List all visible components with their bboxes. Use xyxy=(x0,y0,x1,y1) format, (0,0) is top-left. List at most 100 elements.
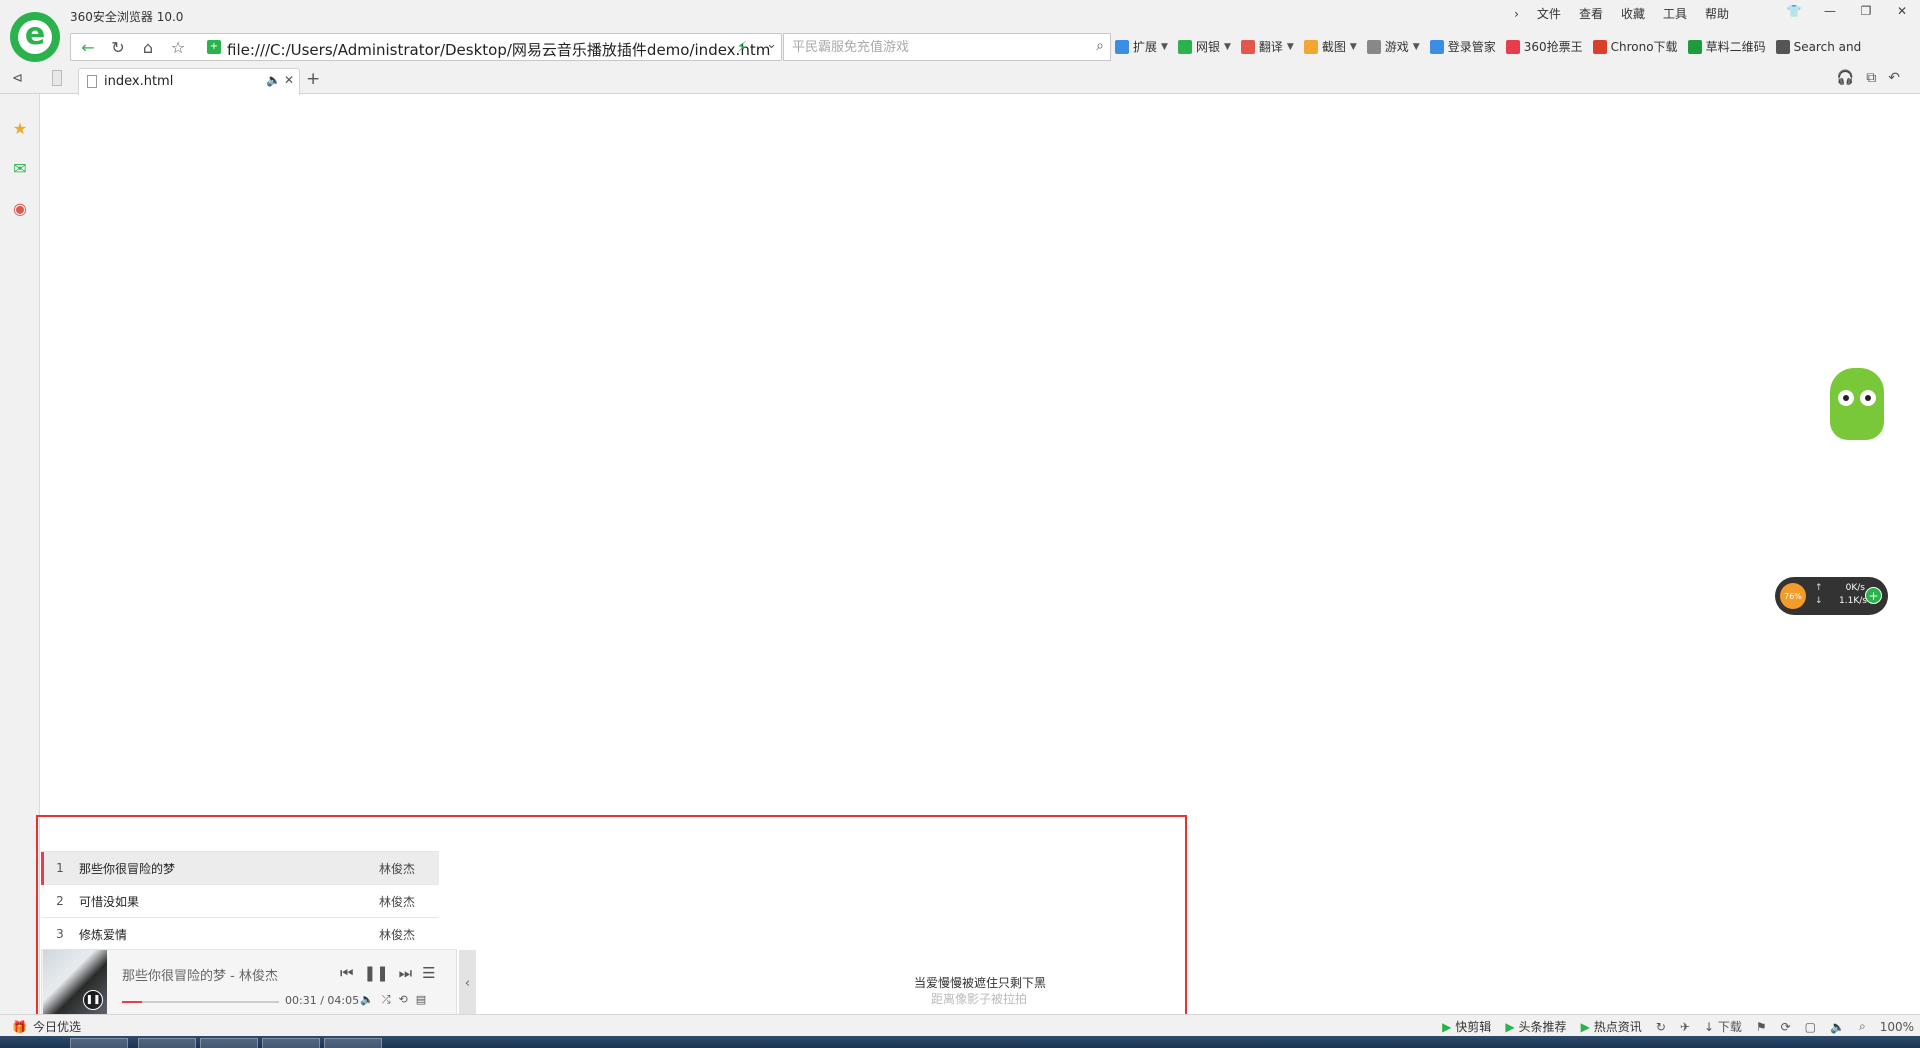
pin-icon[interactable]: ✈ xyxy=(1680,1020,1690,1034)
address-toolbar: ← ↻ ⌂ ☆ + file:///C:/Users/Administrator… xyxy=(0,30,1920,64)
taskbar-app[interactable] xyxy=(324,1038,382,1048)
extension-extensions[interactable]: 扩展 ▼ xyxy=(1115,38,1168,55)
status-news[interactable]: ▶ 热点资讯 xyxy=(1581,1018,1642,1035)
speed-values: 0K/s 1.1K/s xyxy=(1839,582,1867,608)
download-button[interactable]: ↓ 下载 xyxy=(1704,1018,1742,1035)
favorites-star-icon[interactable]: ★ xyxy=(10,118,30,138)
boost-plus-icon[interactable]: + xyxy=(1865,587,1882,604)
sound-icon[interactable]: 🔈 xyxy=(1830,1020,1845,1034)
search-input[interactable] xyxy=(784,34,1074,60)
headphones-icon[interactable]: 🎧 xyxy=(1837,70,1854,86)
window-mode-icon[interactable]: ▢ xyxy=(1805,1020,1816,1034)
extension-label: 翻译 xyxy=(1258,40,1283,54)
security-shield-icon: + xyxy=(207,40,221,54)
video-edit-icon: ▶ xyxy=(1442,1019,1452,1034)
extension-label: Chrono下载 xyxy=(1610,40,1678,54)
zoom-icon[interactable]: ⌕ xyxy=(1859,1019,1866,1034)
extension-screenshot[interactable]: 截图 ▼ xyxy=(1303,38,1357,55)
address-bar[interactable]: ← ↻ ⌂ ☆ + file:///C:/Users/Administrator… xyxy=(70,33,782,61)
taskbar-app[interactable] xyxy=(262,1038,320,1048)
maximize-button[interactable]: ❐ xyxy=(1848,0,1884,22)
refresh-button[interactable]: ↻ xyxy=(103,34,133,60)
tab-list-icon[interactable] xyxy=(52,70,62,86)
search-icon[interactable]: ⌕ xyxy=(1096,38,1104,54)
extension-chrono[interactable]: Chrono下载 xyxy=(1592,38,1678,55)
today-picks[interactable]: 🎁 今日优选 xyxy=(12,1018,81,1035)
download-speed: 1.1K/s xyxy=(1839,596,1867,606)
chevron-right-icon[interactable]: › xyxy=(1505,4,1528,24)
extension-label: 截图 xyxy=(1321,40,1346,54)
undo-close-icon[interactable]: ↶ xyxy=(1888,70,1900,86)
caret-down-icon[interactable]: ▼ xyxy=(1350,42,1357,52)
status-tools: ▶ 快剪辑 ▶ 头条推荐 ▶ 热点资讯 ↻ ✈ ↓ 下载 ⚑ ⟳ ▢ 🔈 ⌕ 100% xyxy=(1428,1018,1914,1035)
today-picks-label: 今日优选 xyxy=(32,1020,81,1034)
extension-label: 360抢票王 xyxy=(1523,40,1583,54)
address-dropdown-icon[interactable]: ⌄ xyxy=(766,37,777,52)
extension-label: 登录管家 xyxy=(1447,40,1496,54)
tab-bar: ⊲ index.html 🔈 ✕ + 🎧 ⧉ ↶ xyxy=(0,64,1920,95)
sync-icon[interactable]: ⟳ xyxy=(1781,1020,1791,1034)
tab-title: index.html xyxy=(104,74,174,89)
updown-arrows-icon: ↑ ↓ xyxy=(1815,583,1823,606)
tab-close-icon[interactable]: ✕ xyxy=(284,73,294,87)
taskbar-app[interactable] xyxy=(200,1038,258,1048)
highlight-box xyxy=(36,815,1187,1030)
caret-down-icon[interactable]: ▼ xyxy=(1161,42,1168,52)
gift-icon: 🎁 xyxy=(12,1019,27,1034)
new-tab-button[interactable]: + xyxy=(306,69,320,89)
extension-ebank[interactable]: 网银 ▼ xyxy=(1177,38,1231,55)
menu-help[interactable]: 帮助 xyxy=(1696,4,1738,24)
taskbar-app[interactable] xyxy=(70,1038,128,1048)
mascot-body xyxy=(1830,368,1884,440)
mascot-widget[interactable] xyxy=(1826,362,1888,446)
window-controls: 👕 — ❐ ✕ xyxy=(1776,0,1920,22)
window-title: 360安全浏览器 10.0 xyxy=(70,10,184,24)
status-item-label: 热点资讯 xyxy=(1593,1020,1642,1034)
back-button[interactable]: ← xyxy=(73,34,103,60)
extension-game[interactable]: 游戏 ▼ xyxy=(1366,38,1420,55)
minimize-button[interactable]: — xyxy=(1812,0,1848,22)
browser-logo[interactable]: e xyxy=(10,12,60,62)
zoom-level[interactable]: 100% xyxy=(1880,1020,1914,1034)
audio-playing-icon[interactable]: 🔈 xyxy=(266,73,281,87)
extension-translate[interactable]: 翻译 ▼ xyxy=(1240,38,1294,55)
extension-ticket[interactable]: 360抢票王 xyxy=(1505,38,1583,55)
menu-file[interactable]: 文件 xyxy=(1528,4,1570,24)
upload-speed: 0K/s xyxy=(1845,583,1865,593)
skin-icon[interactable]: 👕 xyxy=(1776,0,1812,22)
speed-mode-icon[interactable]: ⚡ xyxy=(736,38,747,56)
chrono-icon xyxy=(1592,39,1607,54)
ticket-icon xyxy=(1505,39,1520,54)
address-url[interactable]: file:///C:/Users/Administrator/Desktop/网… xyxy=(227,39,770,60)
extension-search-ext[interactable]: Search and xyxy=(1775,39,1861,54)
extension-label: 网银 xyxy=(1195,40,1220,54)
status-bar: 🎁 今日优选 ▶ 快剪辑 ▶ 头条推荐 ▶ 热点资讯 ↻ ✈ ↓ 下载 ⚑ ⟳ ▢ 🔈 ⌕ 100% xyxy=(0,1014,1920,1036)
menu-view[interactable]: 查看 xyxy=(1570,4,1612,24)
status-video-edit[interactable]: ▶ 快剪辑 xyxy=(1442,1018,1491,1035)
close-window-button[interactable]: ✕ xyxy=(1884,0,1920,22)
tab-index[interactable]: index.html 🔈 ✕ xyxy=(78,68,300,95)
weibo-icon[interactable]: ◉ xyxy=(10,198,30,218)
translate-icon xyxy=(1240,39,1255,54)
download-label: 下载 xyxy=(1717,1020,1742,1034)
tab-restore-icon[interactable]: ⧉ xyxy=(1866,70,1876,86)
extension-login-manager[interactable]: 登录管家 xyxy=(1429,38,1496,55)
menu-tools[interactable]: 工具 xyxy=(1654,4,1696,24)
home-button[interactable]: ⌂ xyxy=(133,34,163,60)
sidebar-toggle-icon[interactable]: ⊲ xyxy=(12,71,23,86)
status-headline[interactable]: ▶ 头条推荐 xyxy=(1505,1018,1566,1035)
refresh-status-icon[interactable]: ↻ xyxy=(1656,1020,1666,1034)
extension-qrcode[interactable]: 草料二维码 xyxy=(1687,38,1766,55)
taskbar-app[interactable] xyxy=(138,1038,196,1048)
title-menu: › 文件 查看 收藏 工具 帮助 xyxy=(1505,4,1738,24)
login-manager-icon xyxy=(1429,39,1444,54)
flag-icon[interactable]: ⚑ xyxy=(1756,1020,1767,1034)
headline-icon: ▶ xyxy=(1505,1019,1515,1034)
favorite-star-button[interactable]: ☆ xyxy=(163,34,193,60)
mail-icon[interactable]: ✉ xyxy=(10,158,30,178)
caret-down-icon[interactable]: ▼ xyxy=(1287,42,1294,52)
caret-down-icon[interactable]: ▼ xyxy=(1224,42,1231,52)
net-speed-widget[interactable]: 76% ↑ ↓ 0K/s 1.1K/s + xyxy=(1775,577,1888,615)
menu-favorites[interactable]: 收藏 xyxy=(1612,4,1654,24)
caret-down-icon[interactable]: ▼ xyxy=(1413,42,1420,52)
